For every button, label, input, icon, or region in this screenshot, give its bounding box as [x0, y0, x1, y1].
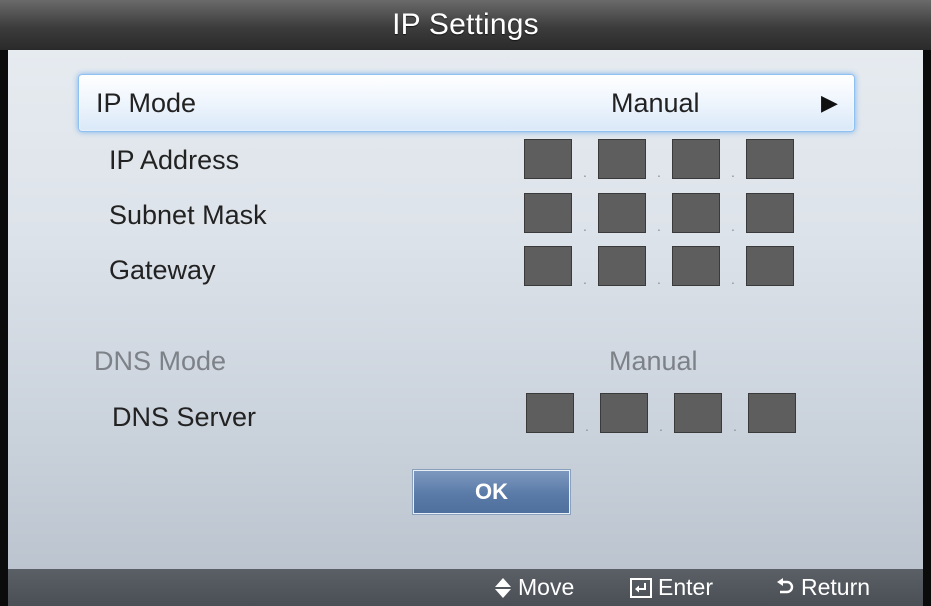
ip-settings-dialog: IP Settings IP Mode Manual ▶ IP Address … [0, 0, 931, 606]
ip-address-octet-3[interactable] [672, 139, 720, 179]
dns-mode-value: Manual [609, 346, 698, 376]
dns-mode-row[interactable]: DNS Mode Manual [8, 337, 923, 385]
return-icon [775, 577, 795, 598]
settings-panel: IP Mode Manual ▶ IP Address . . . Subnet… [8, 50, 923, 569]
ip-mode-value: Manual [611, 88, 700, 118]
move-hint: Move [494, 569, 574, 606]
gateway-octet-2[interactable] [598, 246, 646, 286]
gateway-octet-1[interactable] [524, 246, 572, 286]
ip-mode-label: IP Mode [96, 88, 197, 118]
dns-server-label: DNS Server [112, 402, 257, 432]
enter-hint: Enter [630, 569, 713, 606]
footer-hint-bar: Move Enter Return [8, 569, 923, 606]
dns-server-octet-2[interactable] [600, 393, 648, 433]
gateway-field: . . . [524, 246, 794, 286]
dns-server-octet-3[interactable] [674, 393, 722, 433]
dns-server-octet-1[interactable] [526, 393, 574, 433]
dns-server-octet-4[interactable] [748, 393, 796, 433]
gateway-octet-4[interactable] [746, 246, 794, 286]
gateway-label: Gateway [109, 255, 216, 285]
return-hint: Return [775, 569, 870, 606]
right-arrow-icon[interactable]: ▶ [821, 75, 838, 131]
ip-address-row: IP Address . . . [8, 136, 923, 184]
dns-server-field: . . . [526, 393, 796, 433]
ok-button[interactable]: OK [413, 470, 570, 514]
subnet-mask-label: Subnet Mask [109, 200, 267, 230]
dns-mode-label: DNS Mode [94, 346, 227, 376]
subnet-mask-octet-4[interactable] [746, 193, 794, 233]
ip-mode-row[interactable]: IP Mode Manual ▶ [78, 74, 855, 132]
gateway-octet-3[interactable] [672, 246, 720, 286]
page-title: IP Settings [392, 8, 539, 41]
move-label: Move [518, 574, 575, 600]
ip-address-octet-1[interactable] [524, 139, 572, 179]
gateway-row: Gateway . . . [8, 246, 923, 294]
subnet-mask-field: . . . [524, 193, 794, 233]
dns-server-row: DNS Server . . . [8, 393, 923, 441]
title-bar: IP Settings [0, 0, 931, 50]
ip-address-field: . . . [524, 139, 794, 179]
enter-label: Enter [658, 574, 713, 600]
subnet-mask-octet-3[interactable] [672, 193, 720, 233]
subnet-mask-row: Subnet Mask . . . [8, 191, 923, 239]
ip-address-octet-2[interactable] [598, 139, 646, 179]
ip-address-label: IP Address [109, 145, 240, 175]
ip-address-octet-4[interactable] [746, 139, 794, 179]
return-label: Return [801, 574, 871, 600]
enter-icon [630, 577, 652, 598]
up-down-icon [494, 577, 512, 599]
subnet-mask-octet-2[interactable] [598, 193, 646, 233]
subnet-mask-octet-1[interactable] [524, 193, 572, 233]
